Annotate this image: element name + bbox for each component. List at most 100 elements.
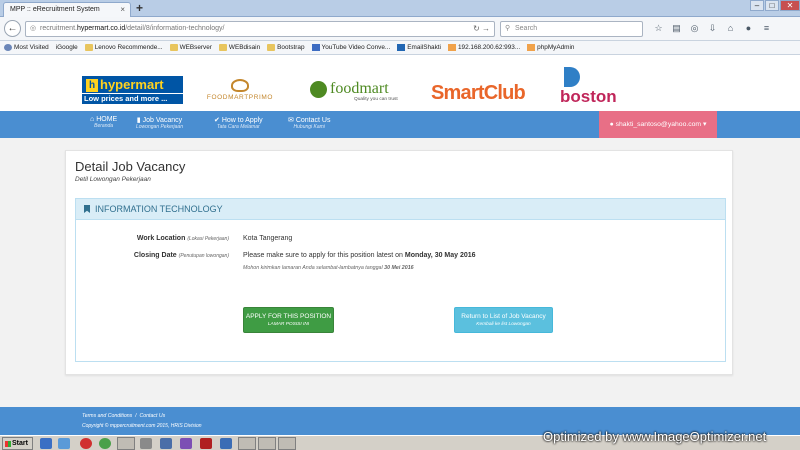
hypermart-logo[interactable]: h hypermart Low prices and more ... bbox=[82, 76, 183, 104]
bookmark-item[interactable]: Most Visited bbox=[4, 44, 49, 51]
explorer-icon[interactable] bbox=[140, 438, 152, 449]
firefox-task[interactable] bbox=[117, 437, 135, 450]
url-host: hypermart.co.id bbox=[76, 25, 126, 32]
folder-icon bbox=[169, 44, 178, 51]
bookmark-item[interactable]: WEBdisain bbox=[218, 44, 260, 51]
browser-tab[interactable]: MPP :: eRecruitment System × bbox=[3, 2, 131, 17]
home-icon[interactable]: ⌂ bbox=[724, 22, 737, 35]
url-prefix: recruitment. bbox=[40, 25, 77, 32]
folder-icon bbox=[84, 44, 93, 51]
tab-close-icon[interactable]: × bbox=[120, 5, 125, 14]
bookmark-item[interactable]: WEBserver bbox=[169, 44, 212, 51]
watermark: Optimized by www.ImageOptimizer.net bbox=[543, 429, 767, 444]
copyright: Copyright © mppercruitment.com 2015, HRI… bbox=[82, 423, 202, 429]
web-page: h hypermart Low prices and more ... FOODM… bbox=[0, 55, 800, 435]
menu-icon[interactable]: ≡ bbox=[760, 22, 773, 35]
acrobat-icon[interactable] bbox=[200, 438, 212, 449]
url-path: /detail/8/information-technology/ bbox=[125, 25, 225, 32]
page-title: Detail Job Vacancy bbox=[75, 159, 186, 174]
menu-job-vacancy[interactable]: ▮ Job Vacancy Lowongan Pekerjaan bbox=[136, 116, 183, 130]
download-icon[interactable]: ⇩ bbox=[706, 22, 719, 35]
caret-down-icon: ▾ bbox=[702, 121, 707, 128]
most-visited-icon bbox=[4, 44, 12, 51]
foodmart-tagline: Quality you can trust bbox=[354, 97, 398, 102]
task-button[interactable] bbox=[258, 437, 276, 450]
user-icon: ● bbox=[609, 121, 614, 128]
visual-studio-icon[interactable] bbox=[180, 438, 192, 449]
closing-date-label: Closing Date (Penutupan lowongan) bbox=[133, 252, 229, 259]
job-panel-header: INFORMATION TECHNOLOGY bbox=[76, 199, 725, 220]
bookmark-item[interactable]: Lenovo Recommende... bbox=[84, 44, 163, 51]
chrome-icon[interactable] bbox=[99, 438, 111, 449]
desktop-icon[interactable] bbox=[40, 438, 52, 449]
bookmarks-toolbar: Most Visited iGoogle Lenovo Recommende..… bbox=[0, 41, 800, 103]
closing-date-note: Mohon kirimkan lamaran Anda selambat-lam… bbox=[243, 265, 414, 271]
envelope-icon: ✉ bbox=[288, 117, 294, 124]
closing-date: Monday, 30 May 2016 bbox=[404, 252, 476, 259]
boston-b-icon bbox=[564, 67, 580, 87]
chat-icon[interactable]: ● bbox=[742, 22, 755, 35]
opera-icon[interactable] bbox=[80, 438, 92, 449]
start-button[interactable]: Start bbox=[2, 437, 33, 450]
app-icon[interactable] bbox=[160, 438, 172, 449]
footer-contact-link[interactable]: Contact Us bbox=[140, 413, 166, 419]
primo-emblem-icon bbox=[231, 79, 249, 92]
window-close-button[interactable]: ✕ bbox=[780, 0, 800, 11]
word-icon[interactable] bbox=[220, 438, 232, 449]
apply-button[interactable]: APPLY FOR THIS POSITION LAMAR POSISI INI bbox=[243, 307, 334, 333]
job-panel: INFORMATION TECHNOLOGY Work Location (Lo… bbox=[75, 198, 726, 362]
search-input[interactable]: ⚲ Search bbox=[500, 21, 643, 37]
task-button[interactable] bbox=[278, 437, 296, 450]
browser-nav-bar: ← ◎ recruitment.hypermart.co.id/detail/8… bbox=[0, 17, 800, 41]
job-title: INFORMATION TECHNOLOGY bbox=[95, 204, 223, 214]
phpmyadmin-icon bbox=[527, 44, 536, 51]
work-location-sublabel: (Lokasi Pekerjaan) bbox=[187, 236, 229, 242]
bookmark-item[interactable]: Bootstrap bbox=[267, 44, 305, 51]
menu-contact-us[interactable]: ✉ Contact Us Hubungi Kami bbox=[288, 116, 330, 130]
foodmart-name: foodmart bbox=[330, 80, 389, 97]
browser-tab-bar: MPP :: eRecruitment System × + – □ ✕ bbox=[0, 0, 800, 17]
mail-icon bbox=[397, 44, 406, 51]
folder-icon bbox=[267, 44, 276, 51]
user-email: shakti_santoso@yahoo.com bbox=[615, 121, 702, 128]
new-tab-button[interactable]: + bbox=[136, 1, 143, 15]
tab-title: MPP :: eRecruitment System bbox=[10, 6, 100, 13]
task-button[interactable] bbox=[238, 437, 256, 450]
pocket-icon[interactable]: ◎ bbox=[688, 22, 701, 35]
boston-logo[interactable]: boston bbox=[560, 67, 625, 107]
hypermart-name: hypermart bbox=[100, 77, 164, 92]
work-location-value: Kota Tangerang bbox=[243, 235, 293, 242]
reading-list-icon[interactable]: ▤ bbox=[670, 22, 683, 35]
menu-home[interactable]: ⌂ HOME Beranda bbox=[90, 116, 117, 129]
return-to-list-button[interactable]: Return to List of Job Vacancy Kembali ke… bbox=[454, 307, 553, 333]
reload-icon[interactable]: ↻ → bbox=[473, 22, 490, 36]
check-icon: ✔ bbox=[214, 117, 220, 124]
boston-name: boston bbox=[560, 87, 617, 106]
bookmark-icon bbox=[84, 205, 90, 213]
terms-link[interactable]: Terms and Conditions bbox=[82, 413, 132, 419]
user-account-dropdown[interactable]: ● shakti_santoso@yahoo.com ▾ bbox=[599, 111, 717, 138]
address-bar[interactable]: ◎ recruitment.hypermart.co.id/detail/8/i… bbox=[25, 21, 495, 37]
foodmart-primo-logo[interactable]: FOODMARTPRIMO bbox=[204, 79, 276, 107]
bookmark-star-icon[interactable]: ☆ bbox=[652, 22, 665, 35]
minimize-button[interactable]: – bbox=[750, 0, 764, 11]
globe-icon: ◎ bbox=[30, 25, 37, 32]
smartclub-logo[interactable]: SmartClub bbox=[431, 82, 526, 105]
ie-icon[interactable] bbox=[58, 438, 70, 449]
bookmark-item[interactable]: iGoogle bbox=[0, 44, 78, 103]
bookmark-item[interactable]: phpMyAdmin bbox=[527, 44, 574, 51]
bookmark-item[interactable]: YouTube Video Conve... bbox=[311, 44, 390, 51]
foodmart-logo[interactable]: foodmart Quality you can trust bbox=[310, 80, 405, 106]
back-button[interactable]: ← bbox=[4, 20, 21, 37]
job-detail-card: Detail Job Vacancy Detil Lowongan Pekerj… bbox=[65, 150, 733, 375]
work-location-label: Work Location (Lokasi Pekerjaan) bbox=[136, 235, 229, 242]
search-icon: ⚲ bbox=[505, 25, 511, 32]
bookmark-item[interactable]: 192.168.200.62:993... bbox=[447, 44, 520, 51]
bookmark-item[interactable]: EmailShakti bbox=[397, 44, 441, 51]
foodmart-leaf-icon bbox=[310, 81, 327, 98]
closing-note-date: 30 Mei 2016 bbox=[384, 265, 414, 271]
home-icon: ⌂ bbox=[90, 116, 95, 123]
window-controls: – □ ✕ bbox=[749, 0, 800, 12]
menu-how-to-apply[interactable]: ✔ How to Apply Tata Cara Melamar bbox=[214, 116, 263, 130]
maximize-button[interactable]: □ bbox=[765, 0, 779, 11]
